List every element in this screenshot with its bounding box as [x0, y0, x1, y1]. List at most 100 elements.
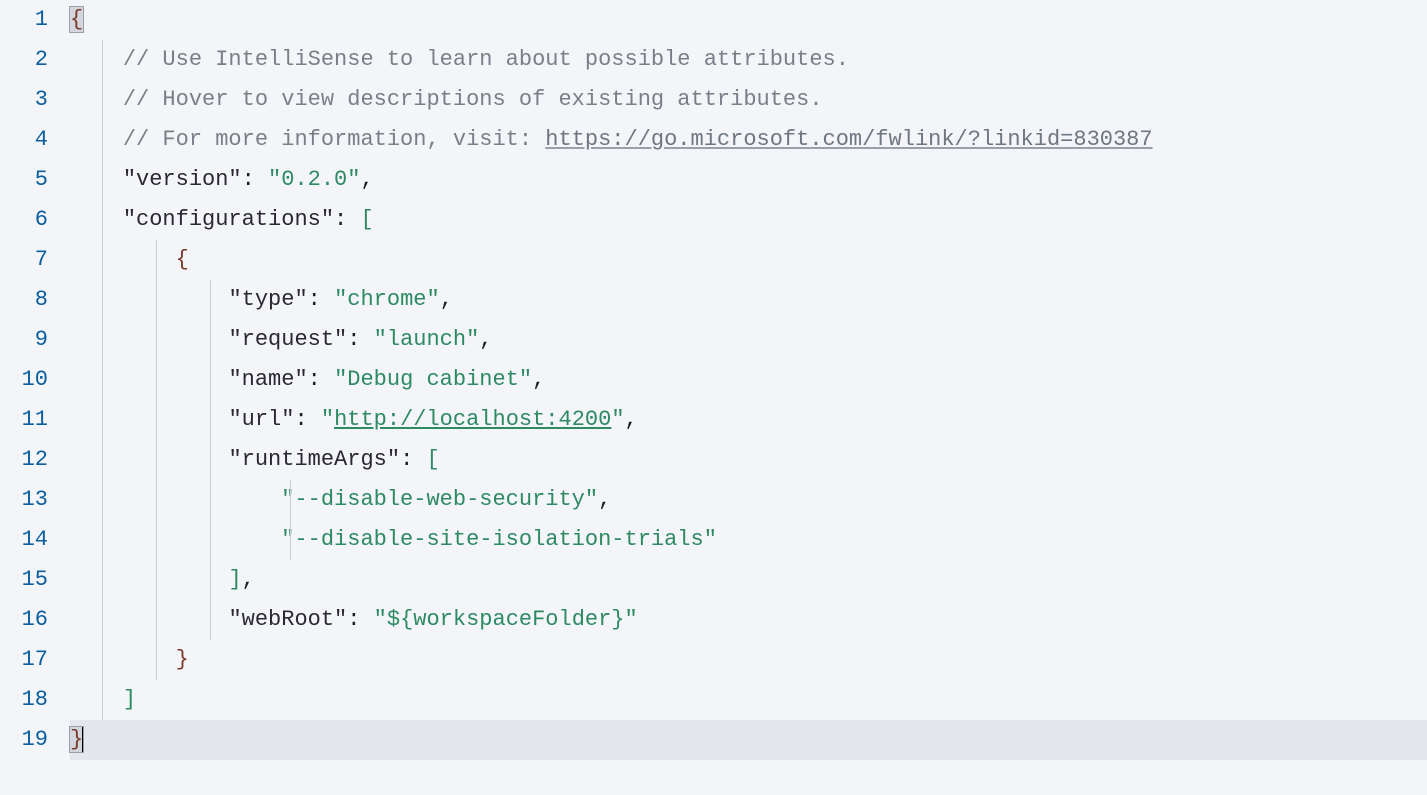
indent-guide — [102, 520, 103, 560]
punctuation: : — [242, 167, 268, 192]
indent-guide — [210, 320, 211, 360]
code-line[interactable]: "type": "chrome", — [70, 280, 1427, 320]
code-editor[interactable]: 12345678910111213141516171819 { // Use I… — [0, 0, 1427, 795]
indent-guide — [210, 280, 211, 320]
indent-whitespace — [70, 680, 123, 720]
text-cursor — [82, 726, 84, 752]
indent-guide — [210, 400, 211, 440]
indent-whitespace — [70, 640, 176, 680]
code-line[interactable]: "name": "Debug cabinet", — [70, 360, 1427, 400]
line-number: 12 — [0, 440, 48, 480]
indent-guide — [210, 600, 211, 640]
code-line[interactable]: ] — [70, 680, 1427, 720]
line-number: 6 — [0, 200, 48, 240]
code-line[interactable]: // Use IntelliSense to learn about possi… — [70, 40, 1427, 80]
line-number: 19 — [0, 720, 48, 760]
indent-guide — [102, 360, 103, 400]
code-line[interactable]: "configurations": [ — [70, 200, 1427, 240]
brace: { — [176, 247, 189, 272]
line-number: 16 — [0, 600, 48, 640]
line-number: 1 — [0, 0, 48, 40]
punctuation: : — [400, 447, 426, 472]
indent-guide — [156, 520, 157, 560]
indent-whitespace — [70, 320, 228, 360]
json-string: "0.2.0" — [268, 167, 360, 192]
comment-text: // Hover to view descriptions of existin… — [123, 87, 823, 112]
indent-guide — [156, 440, 157, 480]
indent-whitespace — [70, 600, 228, 640]
code-line[interactable]: "webRoot": "${workspaceFolder}" — [70, 600, 1427, 640]
code-content[interactable]: { // Use IntelliSense to learn about pos… — [70, 0, 1427, 795]
json-key: "url" — [228, 407, 294, 432]
code-line[interactable]: "url": "http://localhost:4200", — [70, 400, 1427, 440]
indent-guide — [210, 480, 211, 520]
comment-text: // Use IntelliSense to learn about possi… — [123, 47, 849, 72]
code-line[interactable]: "version": "0.2.0", — [70, 160, 1427, 200]
code-line[interactable]: "request": "launch", — [70, 320, 1427, 360]
indent-guide — [102, 40, 103, 80]
punctuation: , — [360, 167, 373, 192]
json-key: "configurations" — [123, 207, 334, 232]
punctuation: : — [334, 207, 360, 232]
indent-whitespace — [70, 560, 228, 600]
indent-guide — [102, 320, 103, 360]
json-key: "version" — [123, 167, 242, 192]
indent-guide — [156, 480, 157, 520]
indent-whitespace — [70, 440, 228, 480]
indent-guide — [156, 400, 157, 440]
code-line[interactable]: } — [70, 720, 1427, 760]
line-number: 8 — [0, 280, 48, 320]
indent-whitespace — [70, 200, 123, 240]
indent-guide — [156, 560, 157, 600]
punctuation: , — [532, 367, 545, 392]
code-line[interactable]: "--disable-web-security", — [70, 480, 1427, 520]
indent-guide — [102, 160, 103, 200]
line-number: 15 — [0, 560, 48, 600]
json-string: "--disable-web-security" — [281, 487, 598, 512]
json-key: "request" — [228, 327, 347, 352]
punctuation: , — [479, 327, 492, 352]
line-number: 9 — [0, 320, 48, 360]
code-line[interactable]: ], — [70, 560, 1427, 600]
json-string: "--disable-site-isolation-trials" — [281, 527, 717, 552]
indent-guide — [102, 680, 103, 720]
indent-guide — [156, 360, 157, 400]
indent-whitespace — [70, 40, 123, 80]
code-line[interactable]: "runtimeArgs": [ — [70, 440, 1427, 480]
code-line[interactable]: } — [70, 640, 1427, 680]
code-line[interactable]: // Hover to view descriptions of existin… — [70, 80, 1427, 120]
indent-guide — [156, 600, 157, 640]
indent-whitespace — [70, 120, 123, 160]
punctuation: : — [308, 367, 334, 392]
string-link: http://localhost:4200 — [334, 407, 611, 432]
indent-guide — [102, 80, 103, 120]
code-line[interactable]: "--disable-site-isolation-trials" — [70, 520, 1427, 560]
brace: } — [176, 647, 189, 672]
bracket: ] — [123, 687, 136, 712]
brace: { — [70, 7, 83, 32]
line-number: 10 — [0, 360, 48, 400]
json-string: " — [611, 407, 624, 432]
line-number: 13 — [0, 480, 48, 520]
indent-guide — [102, 280, 103, 320]
indent-guide — [156, 240, 157, 280]
indent-guide — [102, 200, 103, 240]
indent-guide — [156, 280, 157, 320]
json-string: "Debug cabinet" — [334, 367, 532, 392]
json-key: "name" — [228, 367, 307, 392]
punctuation: , — [625, 407, 638, 432]
indent-whitespace — [70, 400, 228, 440]
line-number: 3 — [0, 80, 48, 120]
indent-guide — [102, 120, 103, 160]
bracket: [ — [426, 447, 439, 472]
line-number: 17 — [0, 640, 48, 680]
code-line[interactable]: // For more information, visit: https://… — [70, 120, 1427, 160]
punctuation: : — [308, 287, 334, 312]
comment-text: // For more information, visit: — [123, 127, 545, 152]
indent-guide — [102, 480, 103, 520]
indent-guide — [102, 560, 103, 600]
code-line[interactable]: { — [70, 0, 1427, 40]
punctuation: , — [242, 567, 255, 592]
code-line[interactable]: { — [70, 240, 1427, 280]
indent-whitespace — [70, 160, 123, 200]
